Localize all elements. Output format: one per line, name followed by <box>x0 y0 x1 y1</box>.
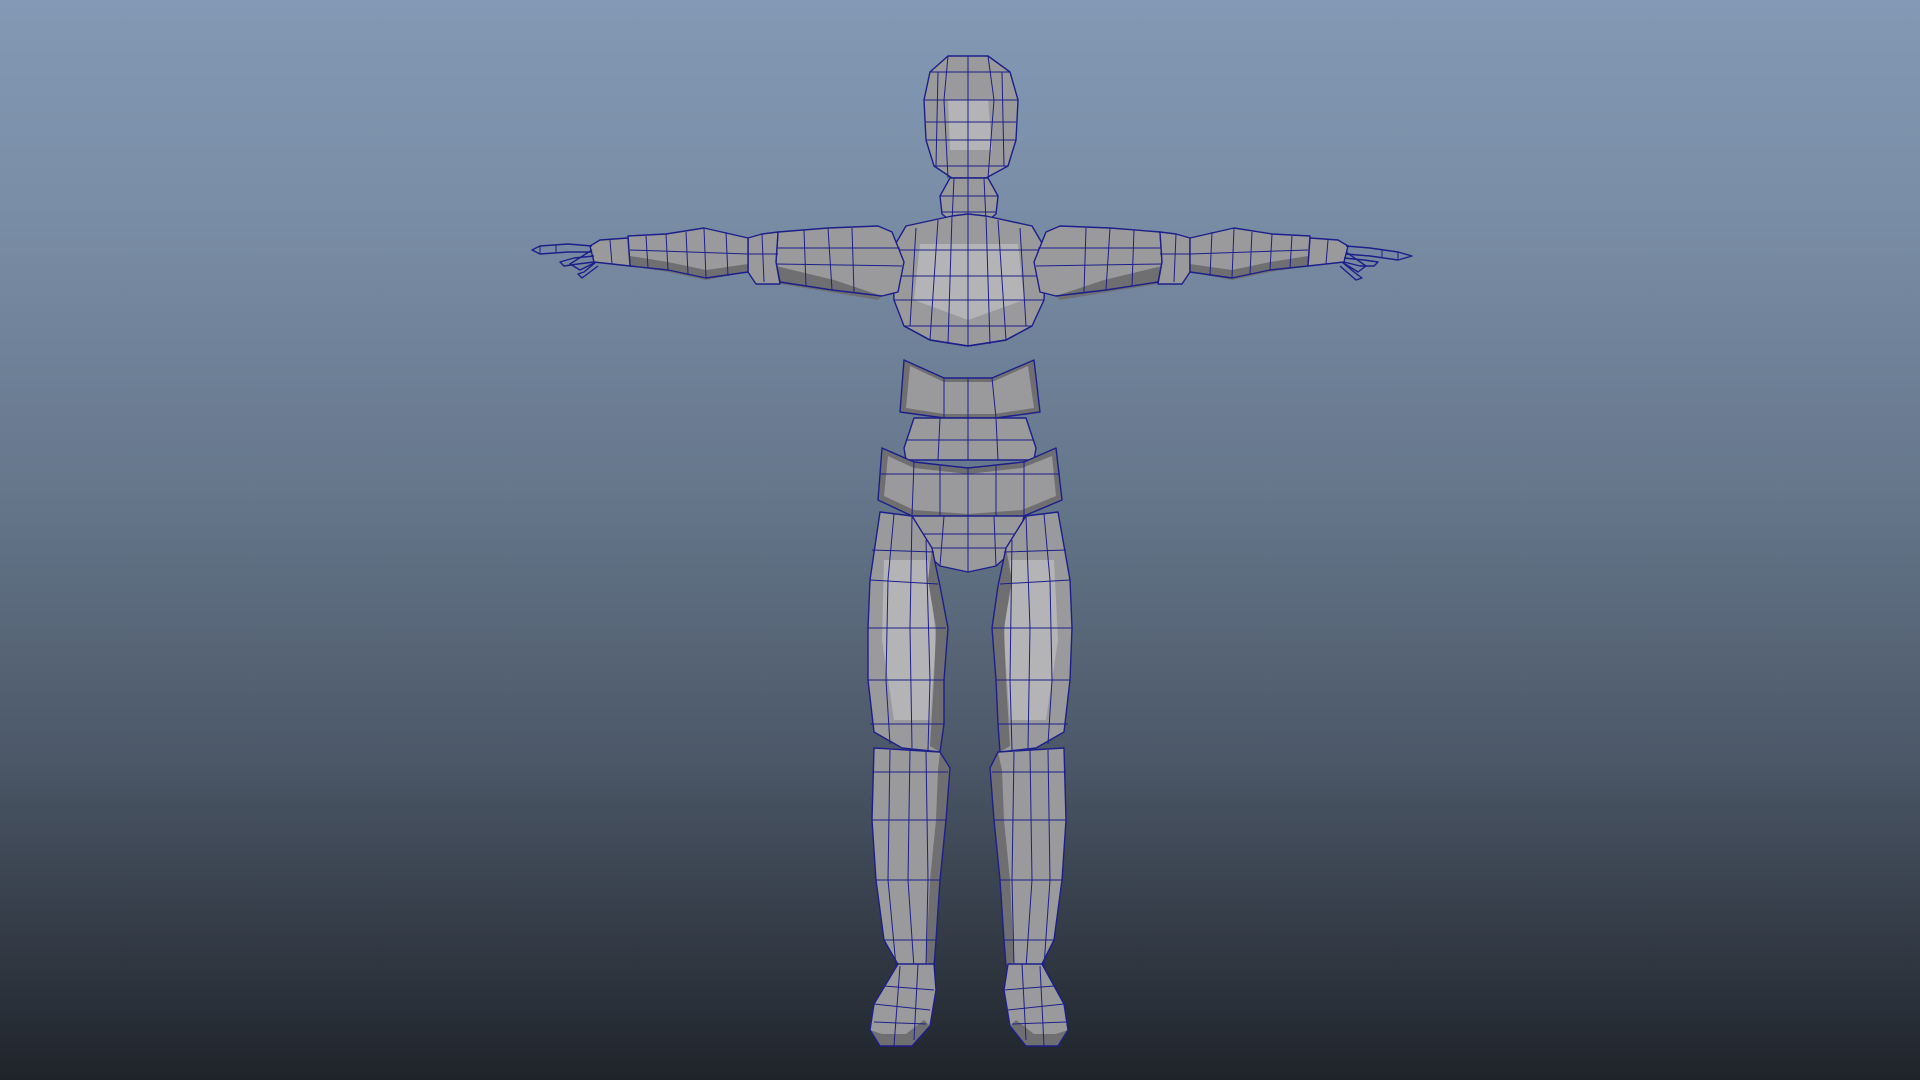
mesh-leg-left[interactable] <box>989 511 1073 1047</box>
mesh-arm-right[interactable] <box>531 225 905 300</box>
mesh-chest[interactable] <box>891 213 1047 347</box>
mesh-abdomen[interactable] <box>903 417 1037 461</box>
mesh-head[interactable] <box>923 55 1019 179</box>
mesh-leg-right[interactable] <box>867 511 951 1047</box>
character-mesh[interactable] <box>0 0 1920 1080</box>
3d-viewport[interactable] <box>0 0 1920 1080</box>
mesh-arm-left[interactable] <box>1033 225 1413 300</box>
mesh-waist-band[interactable] <box>899 359 1041 419</box>
